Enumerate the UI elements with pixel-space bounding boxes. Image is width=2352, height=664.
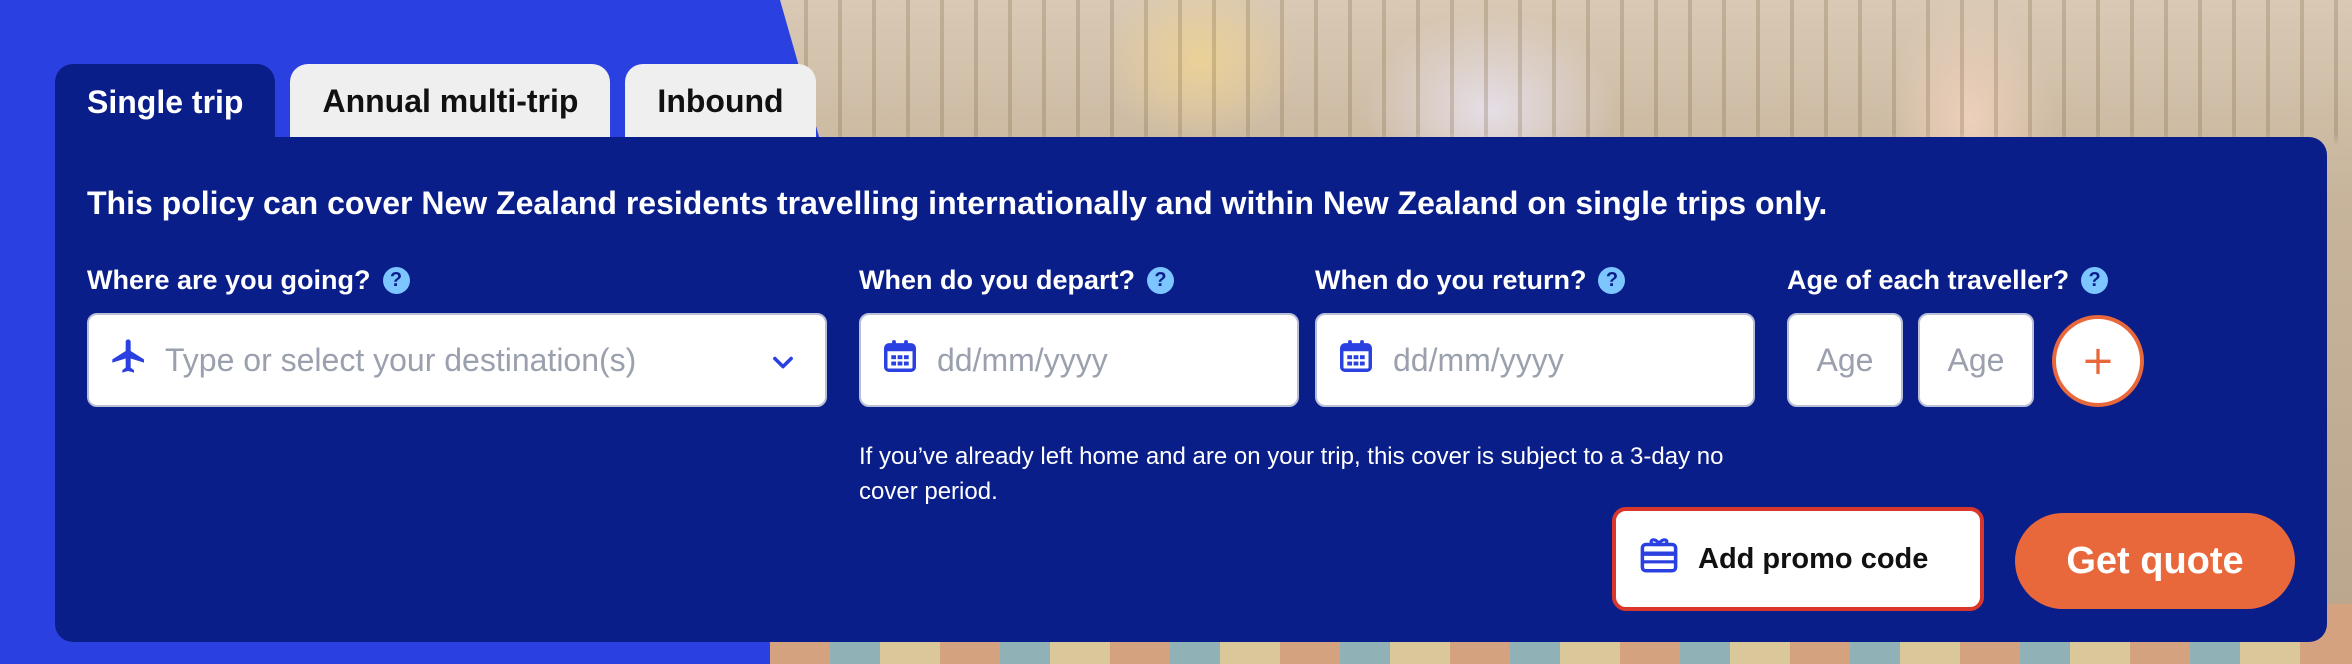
gift-card-icon	[1638, 534, 1680, 584]
destination-placeholder: Type or select your destination(s)	[165, 341, 637, 378]
plane-icon	[109, 336, 149, 384]
ages-label: Age of each traveller? ?	[1787, 265, 2109, 296]
depart-date-input[interactable]: dd/mm/yyyy	[859, 313, 1299, 407]
destination-help-icon[interactable]: ?	[382, 267, 410, 294]
add-promo-code-button[interactable]: Add promo code	[1612, 507, 1984, 611]
ages-help-icon[interactable]: ?	[2081, 267, 2109, 294]
depart-label: When do you depart? ?	[859, 265, 1174, 296]
traveller-age-input-2[interactable]: Age	[1918, 313, 2034, 407]
return-help-icon[interactable]: ?	[1598, 267, 1626, 294]
plus-icon: +	[2081, 338, 2115, 384]
tab-single-trip[interactable]: Single trip	[55, 64, 276, 140]
policy-intro-text: This policy can cover New Zealand reside…	[87, 185, 1828, 221]
destination-label: Where are you going? ?	[87, 265, 410, 296]
add-traveller-button[interactable]: +	[2052, 315, 2144, 407]
tab-inbound[interactable]: Inbound	[625, 64, 816, 138]
return-label: When do you return? ?	[1315, 265, 1626, 296]
return-date-input[interactable]: dd/mm/yyyy	[1315, 313, 1755, 407]
cover-notice-text: If you’ve already left home and are on y…	[859, 443, 1724, 505]
depart-help-icon[interactable]: ?	[1147, 267, 1174, 294]
tab-annual-multi-trip[interactable]: Annual multi-trip	[290, 64, 611, 138]
get-quote-button[interactable]: Get quote	[2015, 513, 2295, 609]
return-date-placeholder: dd/mm/yyyy	[1393, 341, 1564, 378]
age-placeholder: Age	[1947, 341, 2005, 378]
calendar-icon	[1337, 337, 1375, 383]
calendar-icon	[881, 337, 919, 383]
destination-input[interactable]: Type or select your destination(s)	[87, 313, 827, 407]
promo-label: Add promo code	[1698, 542, 1929, 575]
age-placeholder: Age	[1816, 341, 1874, 378]
traveller-age-input-1[interactable]: Age	[1787, 313, 1903, 407]
chevron-down-icon[interactable]	[769, 347, 797, 384]
depart-date-placeholder: dd/mm/yyyy	[937, 341, 1108, 378]
trip-type-tabs: Single trip Annual multi-trip Inbound	[55, 64, 816, 140]
quote-form-panel: This policy can cover New Zealand reside…	[55, 137, 2327, 642]
